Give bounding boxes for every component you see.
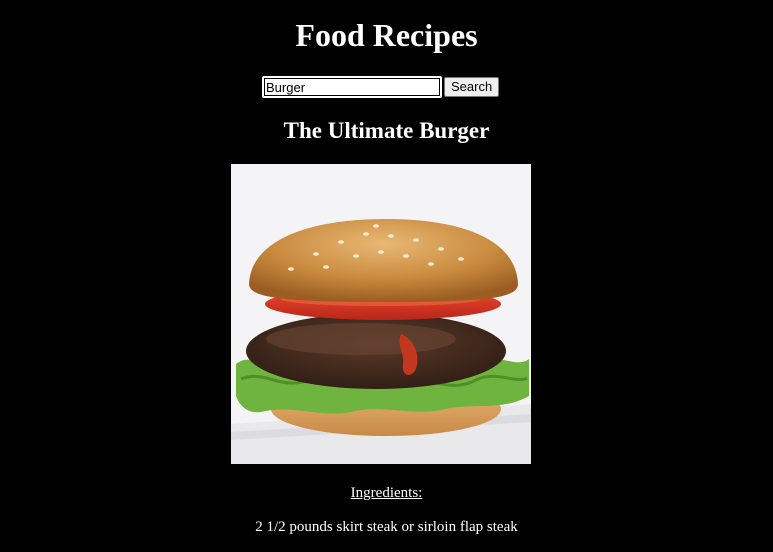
search-input[interactable] <box>262 76 442 98</box>
burger-illustration <box>231 164 531 464</box>
search-button[interactable]: Search <box>444 77 500 97</box>
search-bar: Search <box>262 76 500 98</box>
recipe-page: Food Recipes Search The Ultimate Burger <box>0 0 773 552</box>
recipe-title: The Ultimate Burger <box>283 118 490 143</box>
ingredients-heading: Ingredients: <box>350 485 423 501</box>
burger-photo <box>231 164 531 464</box>
page-title: Food Recipes <box>295 17 478 53</box>
ingredient-item: 2 1/2 pounds skirt steak or sirloin flap… <box>255 519 518 535</box>
